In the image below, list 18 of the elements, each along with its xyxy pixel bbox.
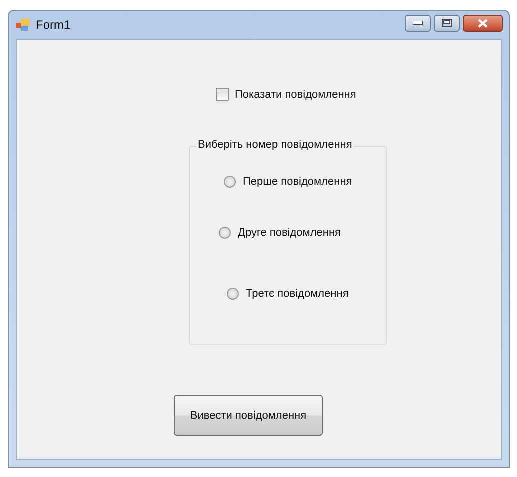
window-title: Form1 [36, 18, 71, 32]
close-icon [478, 18, 488, 28]
minimize-button[interactable] [405, 14, 431, 32]
radio-label: Перше повідомлення [243, 176, 352, 188]
checkbox[interactable] [216, 88, 229, 101]
radio-button[interactable] [219, 227, 231, 239]
radio-button[interactable] [227, 288, 239, 300]
app-icon [16, 19, 30, 31]
maximize-button[interactable] [434, 14, 460, 32]
checkbox-label: Показати повідомлення [235, 88, 356, 100]
radio-label: Третє повідомлення [246, 288, 349, 300]
radio-label: Друге повідомлення [238, 227, 341, 239]
radio-button[interactable] [224, 176, 236, 188]
maximize-icon [442, 19, 452, 27]
minimize-icon [413, 21, 423, 25]
group-title: Виберіть номер повідомлення [196, 139, 354, 151]
show-message-button[interactable]: Вивести повідомлення [174, 395, 323, 436]
close-button[interactable] [463, 14, 503, 32]
